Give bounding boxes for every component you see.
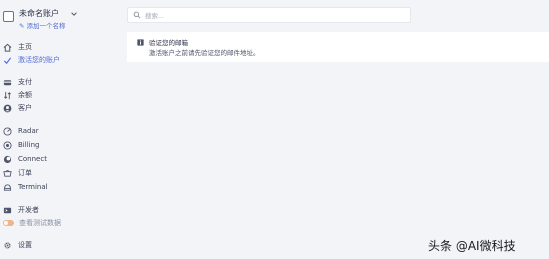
nav-balance[interactable]: 余额 bbox=[3, 90, 115, 100]
billing-icon bbox=[3, 140, 12, 150]
nav-orders-label: 订单 bbox=[18, 169, 32, 177]
radar-icon bbox=[3, 126, 12, 136]
nav-activate-label: 激活您的账户 bbox=[18, 56, 60, 64]
verify-email-banner: 验证您的邮箱 激活账户之前请先验证您的邮件地址。 bbox=[127, 32, 549, 62]
card-icon bbox=[3, 79, 12, 85]
nav-home-label: 主页 bbox=[18, 43, 32, 51]
nav-terminal-label: Terminal bbox=[18, 183, 48, 191]
search-icon bbox=[133, 11, 141, 19]
nav-connect[interactable]: Connect bbox=[3, 154, 115, 164]
banner-text: 激活账户之前请先验证您的邮件地址。 bbox=[149, 49, 260, 57]
nav-settings[interactable]: 设置 bbox=[3, 240, 115, 250]
search-placeholder: 搜索... bbox=[145, 12, 165, 20]
check-icon bbox=[3, 56, 12, 64]
user-icon bbox=[3, 104, 12, 112]
nav-developers[interactable]: 开发者 bbox=[3, 205, 115, 215]
search-input[interactable]: 搜索... bbox=[127, 7, 411, 23]
nav-customers[interactable]: 客户 bbox=[3, 103, 115, 113]
info-icon bbox=[137, 39, 144, 46]
developer-icon bbox=[3, 207, 12, 213]
nav-activate-account[interactable]: 激活您的账户 bbox=[3, 55, 115, 65]
nav-customers-label: 客户 bbox=[18, 104, 32, 112]
test-data-toggle[interactable] bbox=[3, 220, 14, 226]
gear-icon bbox=[4, 241, 11, 249]
nav-payments[interactable]: 支付 bbox=[3, 77, 115, 87]
nav-settings-label: 设置 bbox=[18, 241, 32, 249]
nav-balance-label: 余额 bbox=[18, 91, 32, 99]
banner-title: 验证您的邮箱 bbox=[149, 39, 188, 47]
nav-terminal[interactable]: Terminal bbox=[3, 182, 115, 192]
nav-radar-label: Radar bbox=[18, 127, 39, 135]
orders-icon bbox=[3, 169, 12, 177]
sidebar: 未命名账户 ✎ 添加一个名称 主页 激活您的账户 支付 余额 客户 Radar … bbox=[0, 0, 118, 259]
nav-home[interactable]: 主页 bbox=[3, 42, 115, 52]
account-name: 未命名账户 bbox=[19, 9, 59, 18]
nav-connect-label: Connect bbox=[18, 155, 47, 163]
transfer-icon bbox=[4, 91, 11, 99]
nav-billing-label: Billing bbox=[18, 141, 40, 149]
nav-orders[interactable]: 订单 bbox=[3, 168, 115, 178]
add-name-label: 添加一个名称 bbox=[26, 22, 66, 30]
nav-developers-label: 开发者 bbox=[18, 206, 39, 214]
nav-payments-label: 支付 bbox=[18, 78, 32, 86]
account-icon bbox=[3, 11, 14, 22]
test-data-label: 查看测试数据 bbox=[19, 219, 61, 227]
add-name-link[interactable]: ✎ 添加一个名称 bbox=[19, 20, 66, 30]
watermark: 头条 @AI微科技 bbox=[428, 239, 516, 253]
nav-radar[interactable]: Radar bbox=[3, 126, 115, 136]
terminal-icon bbox=[3, 183, 12, 191]
test-data-toggle-row[interactable]: 查看测试数据 bbox=[3, 218, 115, 228]
account-switcher[interactable]: 未命名账户 ✎ 添加一个名称 bbox=[3, 8, 113, 32]
chevron-down-icon[interactable] bbox=[70, 10, 78, 18]
connect-icon bbox=[3, 155, 12, 163]
nav-billing[interactable]: Billing bbox=[3, 140, 115, 150]
home-icon bbox=[3, 43, 12, 52]
